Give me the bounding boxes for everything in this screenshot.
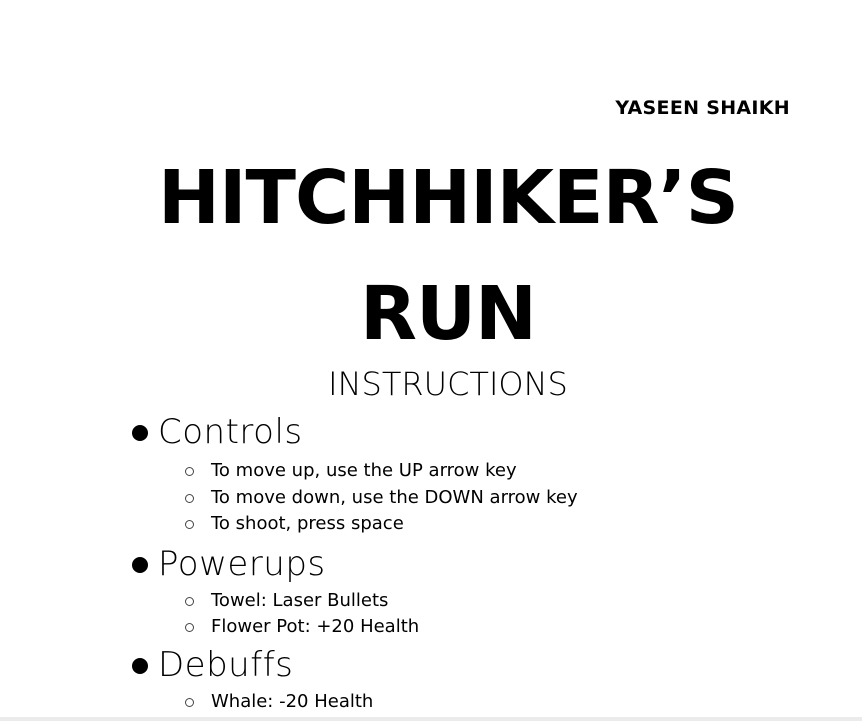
ring-bullet-icon bbox=[185, 697, 194, 707]
section-powerups-header: Powerups bbox=[132, 542, 578, 586]
author-name: YASEEN SHAIKH bbox=[615, 97, 790, 119]
section-debuffs-label: Debuffs bbox=[158, 644, 294, 685]
item-text: To shoot, press space bbox=[211, 513, 404, 535]
section-controls: Controls To move up, use the UP arrow ke… bbox=[132, 410, 578, 538]
list-item: Whale: -20 Health bbox=[185, 689, 578, 716]
bullet-icon bbox=[132, 425, 148, 441]
section-controls-label: Controls bbox=[158, 412, 303, 452]
section-controls-header: Controls bbox=[132, 410, 578, 454]
item-text: Whale: -20 Health bbox=[211, 690, 374, 712]
section-debuffs: Debuffs Whale: -20 Health bbox=[132, 643, 578, 716]
item-text: To move up, use the UP arrow key bbox=[211, 460, 517, 482]
item-text: Flower Pot: +20 Health bbox=[211, 616, 420, 638]
powerups-items: Towel: Laser Bullets Flower Pot: +20 Hea… bbox=[132, 588, 578, 641]
bullet-icon bbox=[132, 657, 148, 674]
ring-bullet-icon bbox=[185, 623, 194, 633]
ring-bullet-icon bbox=[185, 493, 194, 503]
game-title-line-1: HITCHHIKER’S bbox=[158, 155, 739, 241]
item-text: To move down, use the DOWN arrow key bbox=[211, 486, 578, 508]
horizontal-scrollbar[interactable] bbox=[0, 717, 862, 721]
list-item: To move up, use the UP arrow key bbox=[185, 458, 578, 485]
game-title: HITCHHIKER’S RUN bbox=[0, 140, 862, 372]
ring-bullet-icon bbox=[185, 520, 194, 530]
item-text: Towel: Laser Bullets bbox=[211, 589, 389, 611]
list-item: To shoot, press space bbox=[185, 511, 578, 538]
controls-items: To move up, use the UP arrow key To move… bbox=[132, 458, 578, 538]
debuffs-items: Whale: -20 Health bbox=[132, 689, 578, 716]
section-debuffs-header: Debuffs bbox=[132, 643, 578, 687]
bullet-icon bbox=[132, 556, 148, 573]
section-powerups: Powerups Towel: Laser Bullets Flower Pot… bbox=[132, 542, 578, 641]
section-powerups-label: Powerups bbox=[158, 543, 326, 584]
instructions-heading: INSTRUCTIONS bbox=[328, 365, 568, 403]
ring-bullet-icon bbox=[185, 467, 194, 477]
instructions-page: YASEEN SHAIKH HITCHHIKER’S RUN INSTRUCTI… bbox=[0, 0, 862, 721]
list-item: Towel: Laser Bullets bbox=[185, 588, 578, 615]
list-item: To move down, use the DOWN arrow key bbox=[185, 485, 578, 512]
game-title-line-2: RUN bbox=[359, 271, 537, 357]
list-item: Flower Pot: +20 Health bbox=[185, 614, 578, 641]
ring-bullet-icon bbox=[185, 596, 194, 606]
instructions-list: Controls To move up, use the UP arrow ke… bbox=[132, 410, 578, 715]
